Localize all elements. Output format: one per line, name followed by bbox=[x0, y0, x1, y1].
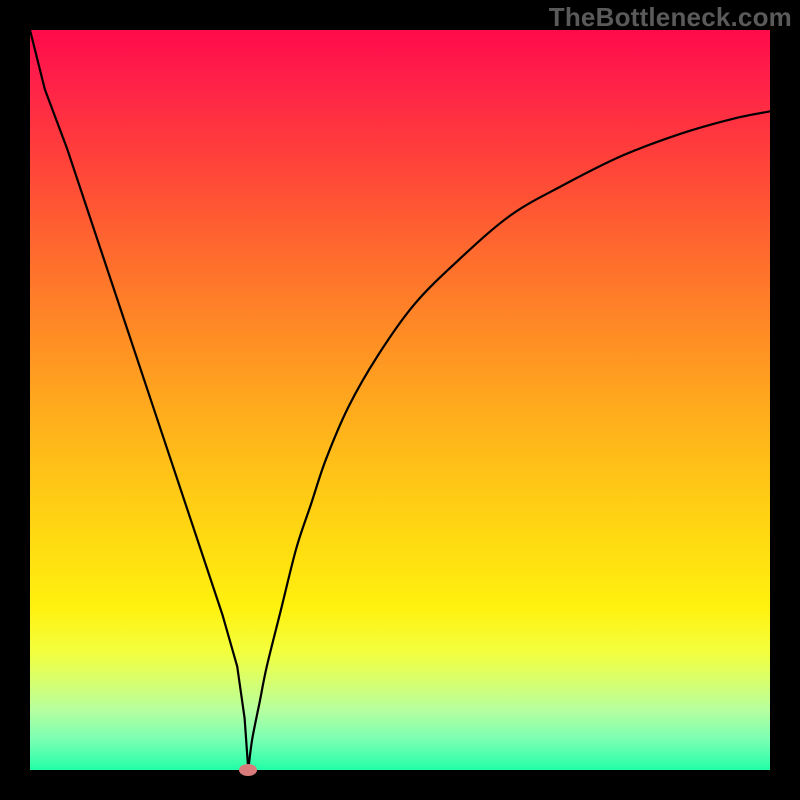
watermark-text: TheBottleneck.com bbox=[549, 2, 792, 33]
optimum-marker bbox=[239, 764, 257, 776]
bottleneck-curve bbox=[30, 30, 770, 770]
chart-plot-area bbox=[30, 30, 770, 770]
curve-path bbox=[30, 30, 770, 770]
